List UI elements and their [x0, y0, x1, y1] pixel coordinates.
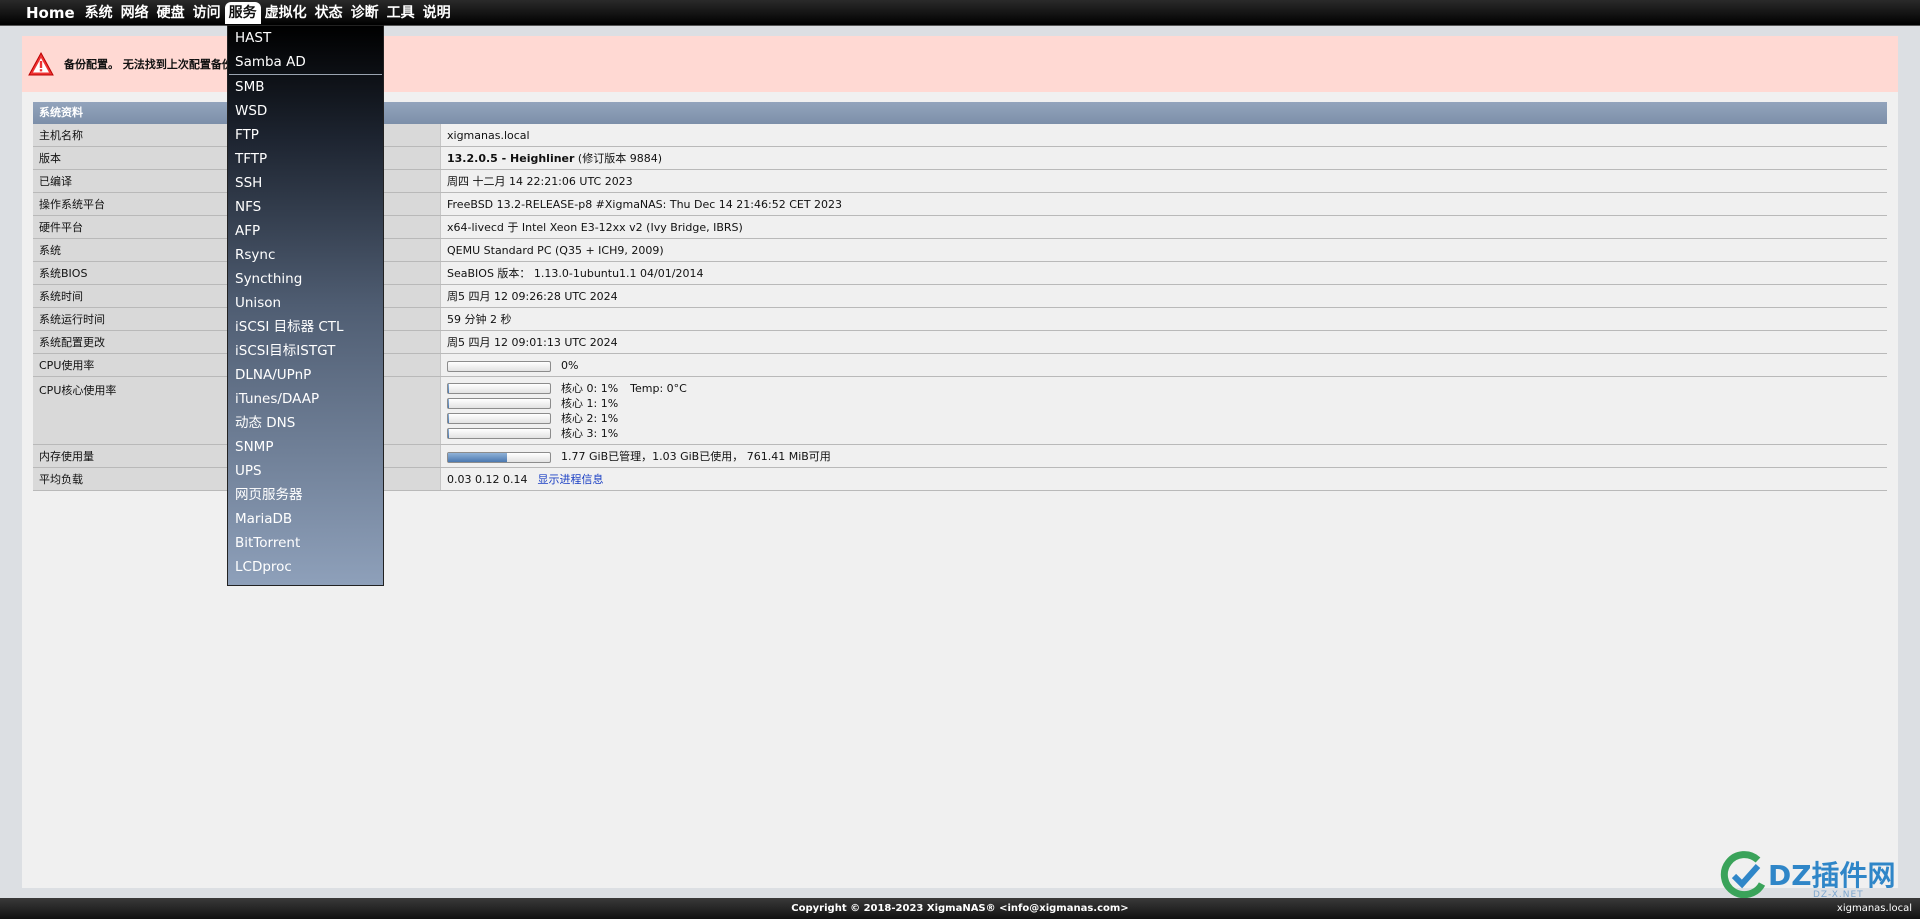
core-bar: [447, 427, 551, 439]
menu-item-rsync[interactable]: Rsync: [228, 243, 383, 267]
load-value: 0.03 0.12 0.14 显示进程信息: [441, 468, 1887, 490]
core-text: 核心 3: 1%: [561, 427, 619, 440]
cpu-cores-value: 核心 0: 1% Temp: 0°C 核心 1: 1% 核心 2: 1% 核心 3…: [441, 377, 1887, 444]
menu-item-afp[interactable]: AFP: [228, 219, 383, 243]
memory-usage-text: 1.77 GiB已管理，1.03 GiB已使用， 761.41 MiB可用: [561, 450, 831, 463]
version-name: 13.2.0.5 - Heighliner: [447, 152, 575, 165]
memory-usage-bar: [447, 451, 551, 463]
menu-item-mariadb[interactable]: MariaDB: [228, 507, 383, 531]
menu-item-iscsi-istgt[interactable]: iSCSI目标ISTGT: [228, 339, 383, 363]
core-temp: Temp: 0°C: [630, 382, 687, 395]
menu-item-wsd[interactable]: WSD: [228, 99, 383, 123]
menu-item-dynamic-dns[interactable]: 动态 DNS: [228, 411, 383, 435]
memory-usage-fill: [448, 452, 508, 462]
watermark-icon: [1720, 851, 1766, 899]
nav-tools[interactable]: 工具: [383, 2, 419, 24]
nav-services[interactable]: 服务: [224, 1, 261, 24]
core-line: 核心 0: 1% Temp: 0°C: [447, 381, 1881, 396]
uptime-value: 59 分钟 2 秒: [441, 308, 1887, 330]
core-text: 核心 0: 1%: [561, 382, 619, 395]
cpu-usage-text: 0%: [561, 359, 579, 372]
nav-status[interactable]: 状态: [311, 2, 347, 24]
cpu-usage-bar: [447, 360, 551, 372]
menu-item-syncthing[interactable]: Syncthing: [228, 267, 383, 291]
time-value: 周5 四月 12 09:26:28 UTC 2024: [441, 285, 1887, 307]
nav-home[interactable]: Home: [22, 2, 81, 24]
nav-disks[interactable]: 硬盘: [153, 2, 189, 24]
core-bar: [447, 382, 551, 394]
menu-item-smb[interactable]: SMB: [228, 75, 383, 99]
version-value: 13.2.0.5 - Heighliner (修订版本 9884): [441, 147, 1887, 169]
footer-copyright: Copyright © 2018-2023 XigmaNAS® <info@xi…: [791, 903, 1129, 914]
load-average: 0.03 0.12 0.14: [447, 473, 528, 486]
nav-diagnostics[interactable]: 诊断: [347, 2, 383, 24]
nav-system[interactable]: 系统: [81, 2, 117, 24]
os-value: FreeBSD 13.2-RELEASE-p8 #XigmaNAS: Thu D…: [441, 193, 1887, 215]
nav-virtualization[interactable]: 虚拟化: [261, 2, 311, 24]
core-fill: [448, 398, 450, 408]
menu-item-iscsi-ctl[interactable]: iSCSI 目标器 CTL: [228, 315, 383, 339]
footer-hostname: xigmanas.local: [1836, 903, 1912, 914]
menu-item-nfs[interactable]: NFS: [228, 195, 383, 219]
top-nav: Home 系统 网络 硬盘 访问 服务 虚拟化 状态 诊断 工具 说明: [0, 0, 1920, 26]
core-bar: [447, 397, 551, 409]
footer: Copyright © 2018-2023 XigmaNAS® <info@xi…: [0, 898, 1920, 919]
core-fill: [448, 413, 450, 423]
menu-item-ups[interactable]: UPS: [228, 459, 383, 483]
alert-text: 备份配置。 无法找到上次配置备份: [64, 58, 233, 71]
core-line: 核心 2: 1%: [447, 411, 1881, 426]
compiled-value: 周四 十二月 14 22:21:06 UTC 2023: [441, 170, 1887, 192]
menu-item-dlna-upnp[interactable]: DLNA/UPnP: [228, 363, 383, 387]
nav-network[interactable]: 网络: [117, 2, 153, 24]
menu-item-itunes-daap[interactable]: iTunes/DAAP: [228, 387, 383, 411]
nav-help[interactable]: 说明: [419, 2, 455, 24]
core-line: 核心 3: 1%: [447, 426, 1881, 441]
watermark-text: DZ插件网: [1768, 859, 1896, 892]
core-line: 核心 1: 1%: [447, 396, 1881, 411]
system-value: QEMU Standard PC (Q35 + ICH9, 2009): [441, 239, 1887, 261]
core-bar: [447, 412, 551, 424]
warning-icon: [28, 51, 54, 76]
menu-item-lcdproc[interactable]: LCDproc: [228, 555, 383, 579]
memory-value: 1.77 GiB已管理，1.03 GiB已使用， 761.41 MiB可用: [441, 445, 1887, 467]
config-change-value: 周5 四月 12 09:01:13 UTC 2024: [441, 331, 1887, 353]
core-text: 核心 2: 1%: [561, 412, 619, 425]
core-fill: [448, 428, 450, 438]
core-fill: [448, 383, 450, 393]
menu-item-ftp[interactable]: FTP: [228, 123, 383, 147]
menu-item-tftp[interactable]: TFTP: [228, 147, 383, 171]
show-process-info-link[interactable]: 显示进程信息: [537, 473, 603, 486]
hardware-value: x64-livecd 于 Intel Xeon E3-12xx v2 (Ivy …: [441, 216, 1887, 238]
hostname-value: xigmanas.local: [441, 124, 1887, 146]
menu-item-hast[interactable]: HAST: [228, 26, 383, 50]
version-revision: (修订版本 9884): [574, 152, 663, 165]
nav-access[interactable]: 访问: [189, 2, 225, 24]
menu-item-unison[interactable]: Unison: [228, 291, 383, 315]
bios-value: SeaBIOS 版本： 1.13.0-1ubuntu1.1 04/01/2014: [441, 262, 1887, 284]
services-dropdown-menu: HAST Samba AD SMB WSD FTP TFTP SSH NFS A…: [227, 25, 384, 586]
menu-item-snmp[interactable]: SNMP: [228, 435, 383, 459]
cpu-value: 0%: [441, 354, 1887, 376]
core-text: 核心 1: 1%: [561, 397, 619, 410]
menu-item-webserver[interactable]: 网页服务器: [228, 483, 383, 507]
menu-item-ssh[interactable]: SSH: [228, 171, 383, 195]
menu-item-bittorrent[interactable]: BitTorrent: [228, 531, 383, 555]
menu-item-samba-ad[interactable]: Samba AD: [228, 50, 383, 74]
